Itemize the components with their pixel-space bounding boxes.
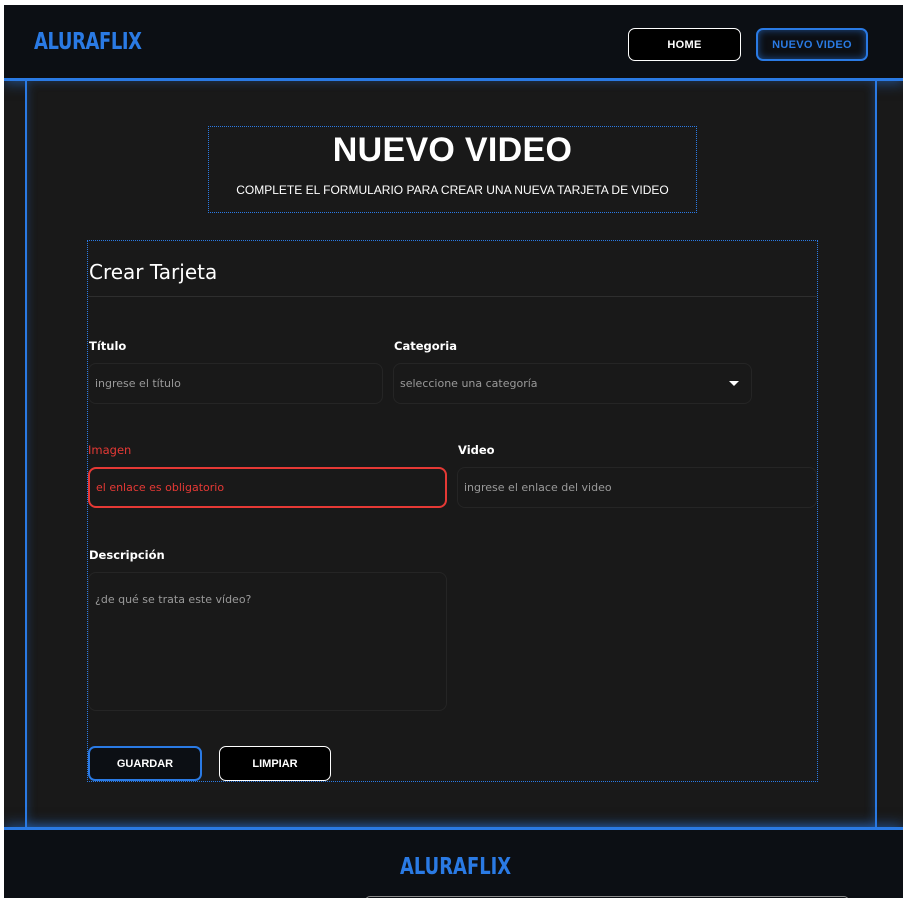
video-label: Video (458, 443, 495, 457)
clear-button[interactable]: LIMPIAR (219, 746, 331, 781)
new-video-button[interactable]: NUEVO VIDEO (756, 28, 868, 61)
main-content: NUEVO VIDEO COMPLETE EL FORMULARIO PARA … (25, 81, 877, 827)
form-title: Crear Tarjeta (89, 260, 218, 284)
save-button[interactable]: GUARDAR (88, 746, 202, 781)
caret-down-icon[interactable] (729, 381, 739, 386)
video-input[interactable]: ingrese el enlace del video (457, 467, 817, 508)
app-window: ALURAFLIX HOME NUEVO VIDEO NUEVO VIDEO C… (4, 5, 903, 898)
title-label: Título (89, 339, 127, 353)
top-navbar: ALURAFLIX HOME NUEVO VIDEO (4, 5, 903, 81)
create-card-form: Crear Tarjeta Título ingrese el título C… (87, 240, 818, 782)
footer-logo[interactable]: ALURAFLIX (400, 854, 511, 880)
home-button[interactable]: HOME (628, 28, 741, 61)
page-subtitle: COMPLETE EL FORMULARIO PARA CREAR UNA NU… (236, 183, 669, 197)
aluraflix-logo[interactable]: ALURAFLIX (34, 29, 142, 55)
title-input[interactable]: ingrese el título (88, 363, 383, 404)
footer: ALURAFLIX (4, 827, 903, 898)
form-divider (88, 296, 817, 297)
page-title: NUEVO VIDEO (332, 131, 573, 169)
description-label: Descripción (89, 548, 165, 562)
image-label: Imagen (88, 443, 132, 457)
category-select[interactable]: seleccione una categoría (393, 363, 752, 404)
image-input[interactable]: el enlace es obligatorio (88, 467, 447, 508)
category-label: Categoria (394, 339, 458, 353)
page-heading: NUEVO VIDEO COMPLETE EL FORMULARIO PARA … (208, 126, 697, 213)
description-textarea[interactable]: ¿de qué se trata este vídeo? (88, 572, 447, 711)
category-select-value: seleccione una categoría (400, 377, 538, 390)
